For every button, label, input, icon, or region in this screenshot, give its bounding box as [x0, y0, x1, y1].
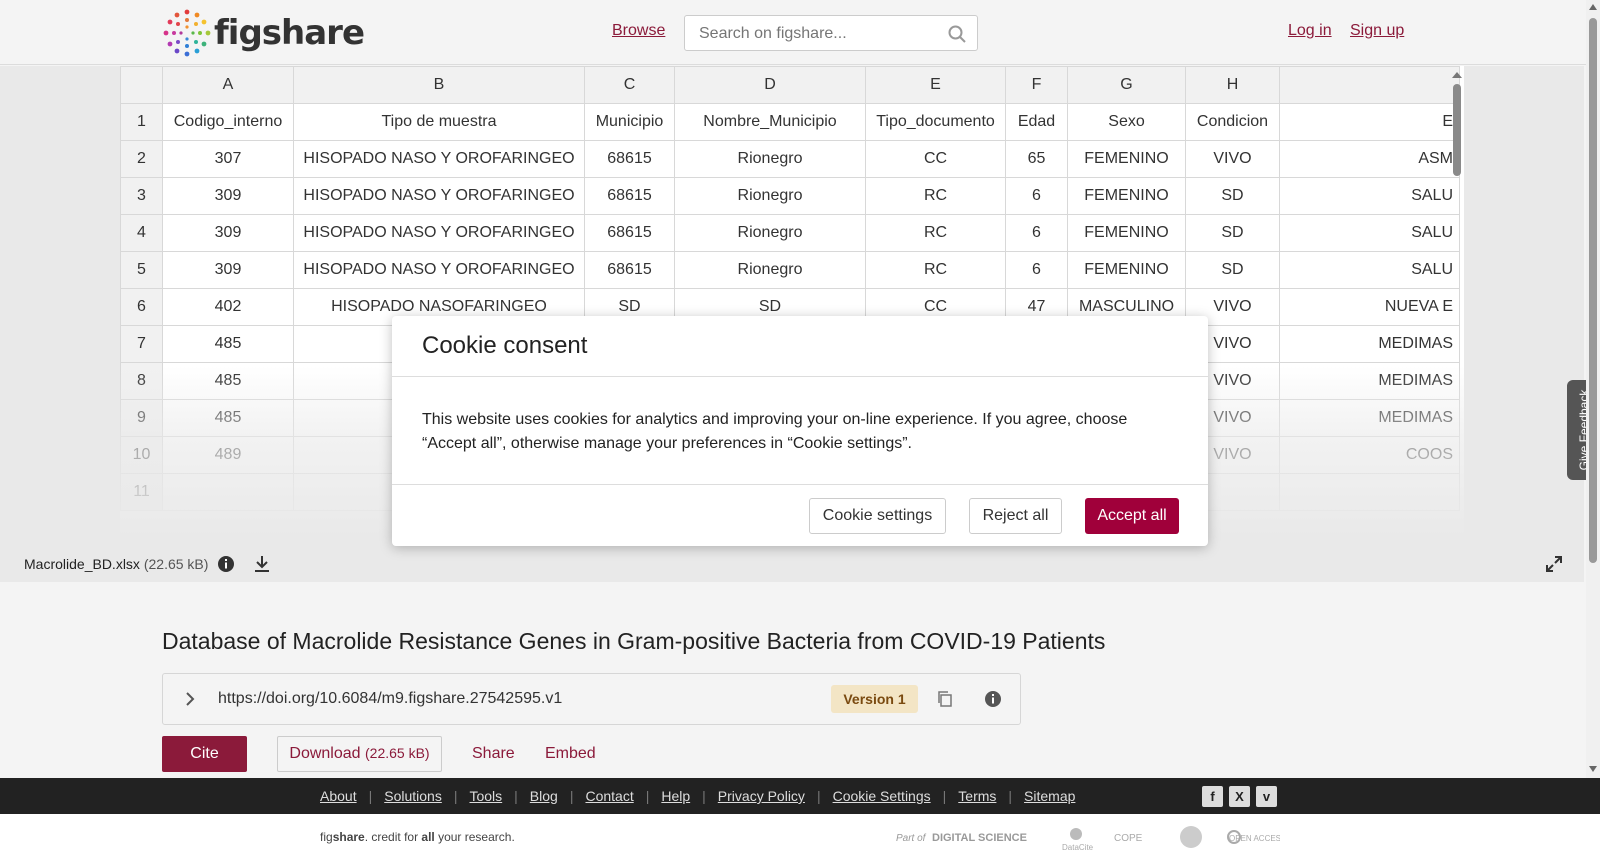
- divider: [392, 484, 1208, 485]
- cookie-dialog-body: This website uses cookies for analytics …: [422, 411, 1128, 452]
- accept-all-button[interactable]: Accept all: [1085, 498, 1179, 534]
- cookie-settings-button[interactable]: Cookie settings: [809, 498, 946, 534]
- cookie-consent-dialog: Cookie consent This website uses cookies…: [392, 316, 1208, 546]
- divider: [392, 376, 1208, 377]
- cookie-dialog-title: Cookie consent: [422, 332, 588, 359]
- reject-all-button[interactable]: Reject all: [969, 498, 1062, 534]
